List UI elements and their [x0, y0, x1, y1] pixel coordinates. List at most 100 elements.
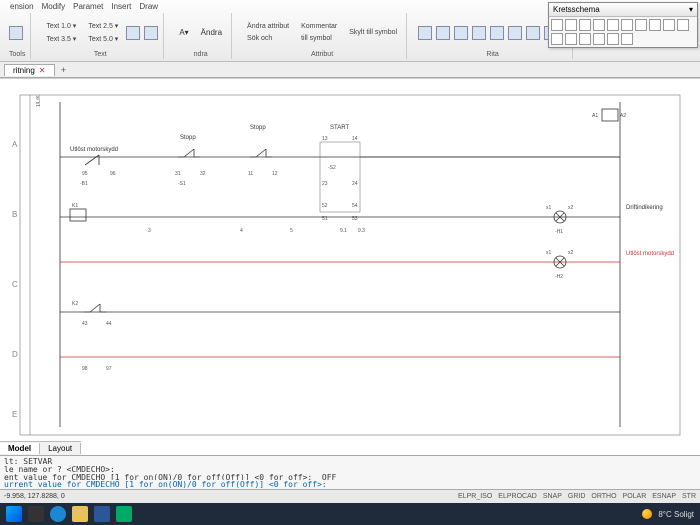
- term: x2: [568, 205, 574, 211]
- model-tab[interactable]: Model: [0, 443, 40, 454]
- ribbon-tab[interactable]: Paramet: [73, 2, 103, 11]
- document-tab[interactable]: ritning ✕: [4, 64, 55, 76]
- drawing-canvas[interactable]: A B C D E 1/L/K Utlöst motorskydd 95 96 …: [0, 78, 700, 455]
- draw-icon[interactable]: [454, 26, 468, 40]
- circuit-tool-icon[interactable]: [551, 19, 563, 31]
- draw-icon[interactable]: [418, 26, 432, 40]
- circuit-tool-icon[interactable]: [593, 19, 605, 31]
- start-button[interactable]: [6, 506, 22, 522]
- group-label: ndra: [175, 51, 226, 58]
- term: A1: [592, 113, 598, 119]
- circuit-tool-icon[interactable]: [607, 19, 619, 31]
- comp-s2: -S2: [328, 165, 336, 171]
- draw-icon[interactable]: [436, 26, 450, 40]
- modify-button[interactable]: A▾: [175, 26, 192, 39]
- term: x2: [568, 250, 574, 256]
- status-toggle[interactable]: ESNAP: [652, 493, 676, 500]
- group-label: Text: [42, 51, 158, 58]
- circuit-tool-icon[interactable]: [565, 19, 577, 31]
- comp-k2: K2: [72, 301, 78, 307]
- circuit-tool-icon[interactable]: [551, 33, 563, 45]
- term: 31: [175, 171, 181, 177]
- circuit-tool-icon[interactable]: [579, 33, 591, 45]
- term: 4: [240, 228, 243, 234]
- circuit-tool-icon[interactable]: [593, 33, 605, 45]
- text-size-button[interactable]: Text 1.0 ▾: [42, 20, 80, 32]
- draw-icon[interactable]: [490, 26, 504, 40]
- term: 14: [352, 136, 358, 142]
- ribbon-tab[interactable]: Draw: [139, 2, 158, 11]
- floating-kretsschema-toolbar[interactable]: Kretsschema ▾: [548, 2, 698, 48]
- circuit-tool-icon[interactable]: [663, 19, 675, 31]
- row-letter: A: [12, 140, 18, 149]
- file-explorer-icon[interactable]: [72, 506, 88, 522]
- status-toggle[interactable]: POLAR: [623, 493, 647, 500]
- tool-icon[interactable]: [9, 26, 23, 40]
- cmd-prompt[interactable]: urrent value for CMDECHO [1 for on(ON)/0…: [4, 480, 327, 488]
- weather-text: 8°C Soligt: [658, 510, 694, 519]
- ribbon: ension Modify Paramet Insert Draw Tools …: [0, 0, 700, 62]
- ribbon-tab[interactable]: Modify: [42, 2, 66, 11]
- edge-icon[interactable]: [50, 506, 66, 522]
- term: 96: [110, 171, 116, 177]
- circuit-tool-icon[interactable]: [565, 33, 577, 45]
- app-window: ension Modify Paramet Insert Draw Tools …: [0, 0, 700, 525]
- draw-icon[interactable]: [526, 26, 540, 40]
- status-toggle[interactable]: ORTHO: [591, 493, 616, 500]
- attrib-button[interactable]: Skylt till symbol: [345, 27, 401, 38]
- text-tool-icon[interactable]: [144, 26, 158, 40]
- modify-button[interactable]: Ändra: [197, 26, 226, 39]
- chevron-down-icon[interactable]: ▾: [689, 5, 693, 14]
- text-size-button[interactable]: Text 5.0 ▾: [84, 33, 122, 45]
- term: 23: [322, 181, 328, 187]
- floating-title[interactable]: Kretsschema ▾: [549, 3, 697, 17]
- layout-tab[interactable]: Layout: [40, 443, 81, 454]
- close-icon[interactable]: ✕: [39, 66, 46, 75]
- circuit-tool-icon[interactable]: [649, 19, 661, 31]
- system-tray[interactable]: 8°C Soligt: [642, 509, 694, 519]
- search-icon[interactable]: [28, 506, 44, 522]
- term: 13: [322, 136, 328, 142]
- coords-readout: -9.958, 127.8288, 0: [4, 493, 65, 500]
- group-label: Rita: [418, 51, 567, 58]
- text-tool-icon[interactable]: [126, 26, 140, 40]
- command-line[interactable]: lt: SETVAR le name or ? <CMDECHO>: ent v…: [0, 455, 700, 489]
- app-icon[interactable]: [116, 506, 132, 522]
- term: 43: [82, 321, 88, 327]
- status-toggle[interactable]: GRID: [568, 493, 586, 500]
- circuit-tool-icon[interactable]: [677, 19, 689, 31]
- term: 9.1: [340, 228, 347, 234]
- new-tab-button[interactable]: +: [57, 65, 71, 75]
- word-icon[interactable]: [94, 506, 110, 522]
- attrib-button[interactable]: Kommentar: [297, 21, 341, 32]
- draw-icon[interactable]: [508, 26, 522, 40]
- attrib-button[interactable]: till symbol: [297, 33, 341, 44]
- circuit-tool-icon[interactable]: [635, 19, 647, 31]
- status-toggle[interactable]: STR: [682, 493, 696, 500]
- document-tabs: ritning ✕ +: [0, 62, 700, 78]
- term: 5: [290, 228, 293, 234]
- draw-icon[interactable]: [472, 26, 486, 40]
- status-toggle[interactable]: SNAP: [543, 493, 562, 500]
- status-toggle[interactable]: ELPR_ISO: [458, 493, 492, 500]
- cmd-history: ent value for CMDECHO [1 for on(ON)/0 fo…: [4, 473, 696, 481]
- circuit-tool-icon[interactable]: [621, 19, 633, 31]
- attrib-button[interactable]: Sök och: [243, 33, 293, 44]
- circuit-tool-icon[interactable]: [607, 33, 619, 45]
- row-letter: E: [12, 410, 17, 419]
- cmd-history: lt: SETVAR: [4, 457, 696, 465]
- comp-s1: -S1: [178, 181, 186, 187]
- circuit-tool-icon[interactable]: [621, 33, 633, 45]
- label-stop: Stopp: [250, 125, 266, 131]
- group-attrib: Ändra attribut Sök och Kommentar till sy…: [238, 13, 407, 59]
- term: A2: [620, 113, 626, 119]
- ribbon-tab[interactable]: ension: [10, 2, 34, 11]
- circuit-tool-icon[interactable]: [579, 19, 591, 31]
- status-toggle[interactable]: ELPROCAD: [498, 493, 537, 500]
- label-drift: Driftindikering: [626, 205, 663, 211]
- text-size-button[interactable]: Text 2.5 ▾: [84, 20, 122, 32]
- text-size-button[interactable]: Text 3.5 ▾: [42, 33, 80, 45]
- schematic-svg: A B C D E 1/L/K Utlöst motorskydd 95 96 …: [0, 79, 700, 455]
- attrib-button[interactable]: Ändra attribut: [243, 21, 293, 32]
- ribbon-tab[interactable]: Insert: [111, 2, 131, 11]
